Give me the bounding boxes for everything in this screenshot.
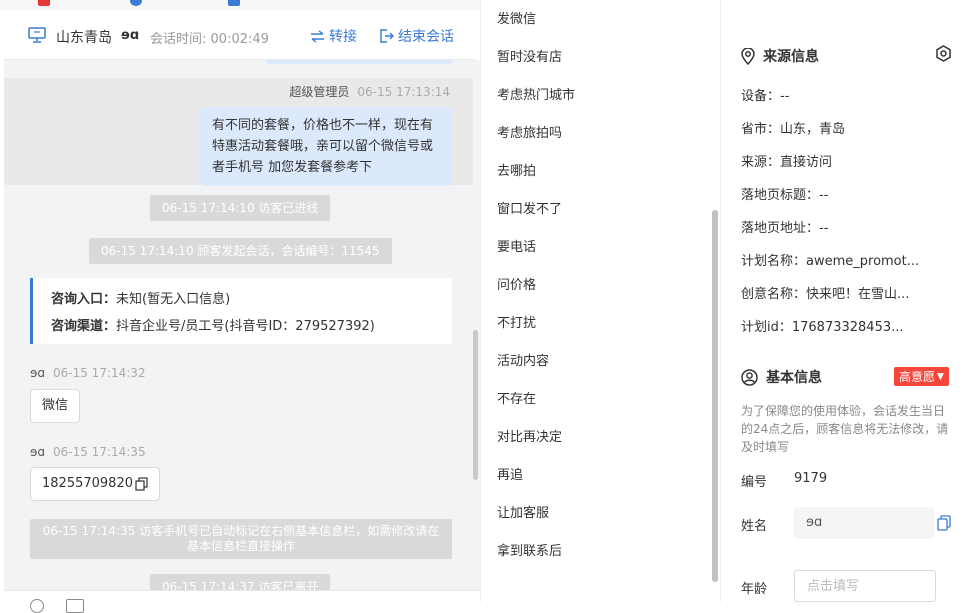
chat-messages[interactable]: 超级管理员 06-15 17:13:14 有不同的套餐，价格也不一样，现在有特惠活… (4, 60, 480, 590)
bookmark-icon (228, 0, 240, 6)
entry-value: 未知(暂无入口信息) (116, 292, 231, 307)
visitor-name: ɘɑ (121, 28, 140, 43)
caret-down-icon: ▼ (937, 371, 944, 382)
source-info-label: 来源信息 (763, 49, 819, 65)
agent-time: 06-15 17:13:14 (357, 85, 450, 99)
chat-scrollbar[interactable] (473, 330, 478, 480)
session-time-value: 00:02:49 (210, 32, 269, 47)
source-landing-url: 落地页地址：-- (741, 221, 829, 236)
quick-reply-item[interactable]: 不打扰 (497, 312, 536, 331)
session-time-label: 会话时间: (150, 32, 207, 47)
source-province: 省市：山东，青岛 (741, 122, 846, 137)
agent-name: 超级管理员 (289, 85, 350, 99)
visitor-message-bubble: 微信 (30, 389, 81, 423)
basic-info-title: 基本信息 (741, 367, 822, 387)
copy-icon[interactable] (937, 515, 951, 531)
system-message: 06-15 17:14:10 访客已进线 (150, 195, 331, 221)
quick-reply-item[interactable]: 窗口发不了 (497, 198, 562, 217)
bookmark-icon (38, 0, 50, 6)
quick-reply-item[interactable]: 暂时没有店 (497, 46, 562, 65)
visitor-message-text: 18255709820 (42, 476, 133, 491)
transfer-label: 转接 (329, 29, 357, 45)
basic-info-label: 基本信息 (766, 370, 822, 386)
quick-reply-list: 发微信 暂时没有店 考虑热门城市 考虑旅拍吗 去哪拍 窗口发不了 要电话 问价格… (480, 0, 720, 602)
image-icon[interactable] (66, 599, 84, 613)
visitor-name: ɘɑ (30, 366, 45, 380)
channel-label: 咨询渠道： (51, 319, 117, 334)
visitor-info-panel: 来源信息 设备：-- 省市：山东，青岛 来源：直接访问 落地页标题：-- 落地页… (720, 0, 971, 602)
visitor-time: 06-15 17:14:35 (53, 445, 146, 459)
exit-icon (380, 29, 394, 43)
visitor-time: 06-15 17:14:32 (53, 366, 146, 380)
quick-reply-item[interactable]: 考虑旅拍吗 (497, 122, 562, 141)
channel-value: 抖音企业号/员工号(抖音号ID：279527392) (116, 319, 375, 334)
quick-reply-item[interactable]: 活动内容 (497, 350, 549, 369)
quick-reply-item[interactable]: 考虑热门城市 (497, 84, 575, 103)
emoji-icon[interactable] (30, 599, 44, 613)
system-message: 06-15 17:14:10 顾客发起会话，会话编号：11545 (89, 238, 392, 264)
name-field[interactable]: ɘɑ (794, 507, 934, 539)
basic-info-note: 为了保障您的使用体验，会话发生当日的24点之后，顾客信息将无法修改，请及时填写 (741, 404, 949, 454)
chat-header: 山东青岛 ɘɑ 会话时间: 00:02:49 转接 结束会话 (4, 12, 474, 60)
source-landing-title: 落地页标题：-- (741, 188, 829, 203)
visitor-message-text: 微信 (42, 398, 69, 413)
system-message: 06-15 17:14:35 访客手机号已自动标记在右侧基本信息栏，如需修改请在… (30, 519, 452, 559)
quick-reply-item[interactable]: 对比再决定 (497, 426, 562, 445)
end-session-button[interactable]: 结束会话 (380, 26, 454, 46)
system-message: 06-15 17:14:37 访客已离开 (150, 574, 331, 590)
source-origin: 来源：直接访问 (741, 155, 833, 170)
source-plan-id: 计划id：176873328453... (741, 320, 904, 335)
visitor-message-meta: ɘɑ 06-15 17:14:35 (30, 445, 146, 459)
quick-reply-item[interactable]: 发微信 (497, 8, 536, 27)
id-label: 编号 (741, 475, 768, 490)
visitor-name: ɘɑ (30, 445, 45, 459)
session-time: 会话时间: 00:02:49 (150, 28, 269, 47)
location-pin-icon (741, 47, 755, 65)
quick-reply-scrollbar[interactable] (712, 210, 718, 582)
quick-reply-item[interactable]: 不存在 (497, 388, 536, 407)
entry-label: 咨询入口： (51, 292, 117, 307)
intent-level-dropdown[interactable]: 高意愿 ▼ (894, 367, 949, 386)
user-circle-icon (741, 368, 758, 386)
visitor-message-bubble: 18255709820 (30, 467, 160, 501)
settings-icon[interactable] (935, 45, 952, 62)
visitor-message-meta: ɘɑ 06-15 17:14:32 (30, 366, 146, 380)
source-creative-name: 创意名称：快来吧！在雪山... (741, 287, 910, 302)
visitor-location: 山东青岛 (56, 30, 112, 46)
quick-reply-item[interactable]: 让加客服 (497, 502, 549, 521)
source-info-title: 来源信息 (741, 46, 819, 66)
transfer-icon (311, 29, 324, 43)
end-session-label: 结束会话 (398, 29, 454, 45)
consult-info-card: 咨询入口：未知(暂无入口信息) 咨询渠道：抖音企业号/员工号(抖音号ID：279… (30, 278, 452, 344)
id-value: 9179 (794, 471, 828, 486)
message-bubble-tail (266, 60, 452, 64)
source-plan-name: 计划名称：aweme_promot... (741, 254, 920, 269)
age-label: 年龄 (741, 582, 768, 597)
bookmark-icon (130, 0, 142, 6)
quick-reply-item[interactable]: 拿到联系后 (497, 540, 562, 559)
quick-reply-item[interactable]: 去哪拍 (497, 160, 536, 179)
transfer-button[interactable]: 转接 (310, 26, 357, 46)
age-input[interactable] (794, 570, 936, 602)
quick-reply-item[interactable]: 要电话 (497, 236, 536, 255)
chat-input-toolbar (4, 590, 480, 613)
monitor-icon (28, 27, 46, 43)
quick-reply-item[interactable]: 再追 (497, 464, 523, 483)
agent-message-meta: 超级管理员 06-15 17:13:14 (289, 83, 450, 100)
quick-reply-item[interactable]: 问价格 (497, 274, 536, 293)
agent-message-bubble: 有不同的套餐，价格也不一样，现在有特惠活动套餐哦，亲可以留个微信号或者手机号 加… (200, 107, 452, 186)
copy-icon[interactable] (135, 477, 148, 491)
name-label: 姓名 (741, 519, 768, 534)
intent-level-label: 高意愿 (899, 370, 936, 384)
source-device: 设备：-- (741, 89, 790, 104)
